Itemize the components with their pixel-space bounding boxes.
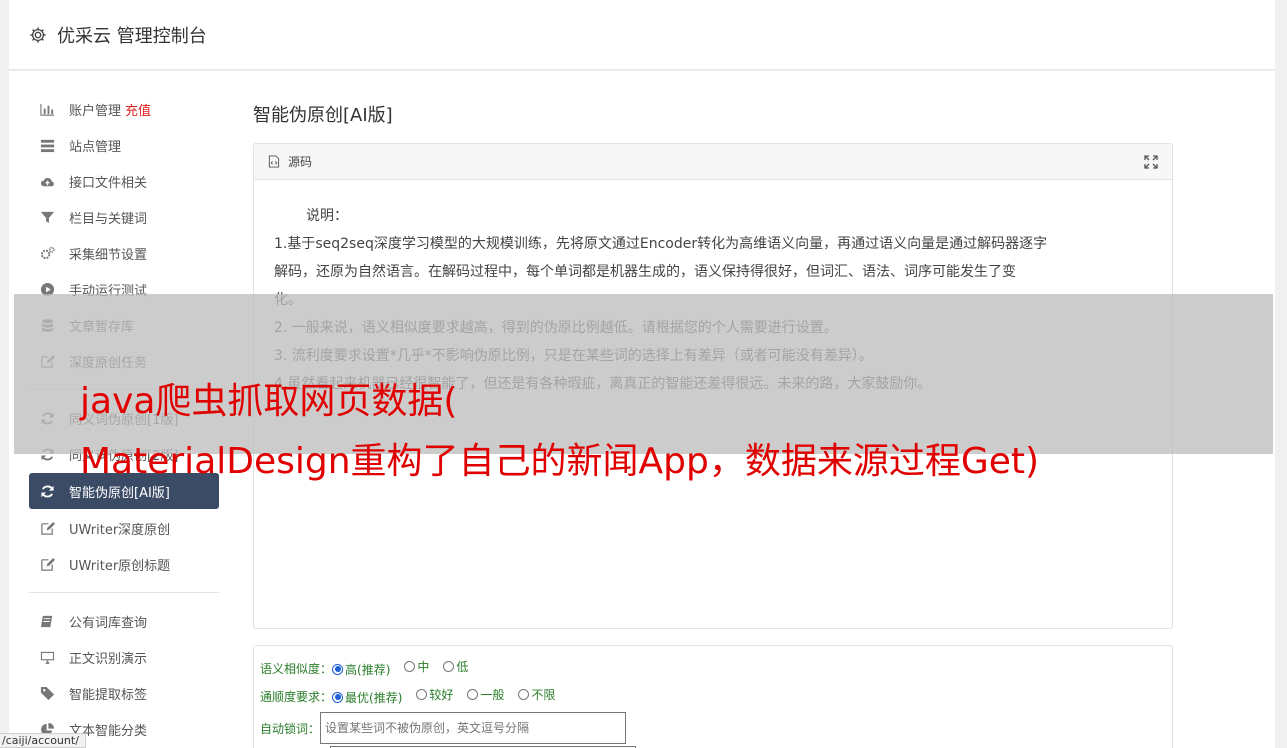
headline-line-1: java爬虫抓取网页数据( xyxy=(80,381,458,422)
editor-toolbar: 源码 xyxy=(254,144,1172,180)
app-title: 优采云 管理控制台 xyxy=(57,25,207,47)
monitor-icon xyxy=(39,649,55,665)
sidebar-item[interactable]: 栏目与关键词 xyxy=(29,199,219,235)
sidebar-item-label: 账户管理 xyxy=(69,103,122,119)
similarity-option[interactable]: 低 xyxy=(443,658,468,675)
fluency-row: 通顺度要求： 最优(推荐) 较好 一般 不限 xyxy=(260,682,1166,710)
lock-label: 自动锁词： xyxy=(260,721,321,736)
top-bar: 优采云 管理控制台 xyxy=(9,0,1275,70)
similarity-option-label: 高(推荐) xyxy=(345,662,391,677)
sidebar-item-label: 智能提取标签 xyxy=(69,687,148,703)
headline-overlay xyxy=(14,294,1273,454)
radio-button[interactable] xyxy=(467,689,479,701)
radio-button[interactable] xyxy=(404,661,416,673)
fluency-option-label: 最优(推荐) xyxy=(345,690,403,705)
sidebar-item-label: 接口文件相关 xyxy=(69,175,148,191)
lock-words-input[interactable] xyxy=(320,712,627,744)
options-form: 语义相似度： 高(推荐) 中 低 通顺度要求： 最优(推荐) 较好 一般 不限 自动锁词： xyxy=(253,645,1173,748)
similarity-option[interactable]: 中 xyxy=(404,658,429,675)
similarity-option-label: 中 xyxy=(417,660,430,675)
editor-line: 解码，还原为自然语言。在解码过程中，每个单词都是机器生成的，语义保持得很好，但词… xyxy=(274,264,1016,280)
radio-button[interactable] xyxy=(518,689,530,701)
radio-button[interactable] xyxy=(443,661,455,673)
sidebar-item-label: 公有词库查询 xyxy=(69,615,148,631)
filter-icon xyxy=(39,209,55,225)
similarity-option-label: 低 xyxy=(456,660,469,675)
source-label[interactable]: 源码 xyxy=(288,153,312,170)
radio-button[interactable] xyxy=(332,663,344,675)
sidebar-item[interactable]: 接口文件相关 xyxy=(29,163,219,199)
sidebar-item[interactable]: 公有词库查询 xyxy=(29,603,219,639)
sidebar-item[interactable]: 正文识别演示 xyxy=(29,639,219,675)
page-title: 智能伪原创[AI版] xyxy=(253,105,393,126)
fullscreen-icon[interactable] xyxy=(1144,154,1158,169)
status-bar-url: /caiji/account/ xyxy=(0,733,86,748)
bar-chart-icon xyxy=(39,101,55,117)
fluency-label: 通顺度要求： xyxy=(260,689,333,704)
edit-icon xyxy=(39,520,55,536)
sidebar-item[interactable]: 站点管理 xyxy=(29,127,219,163)
gear-icon xyxy=(30,26,46,43)
sidebar-item-label: 栏目与关键词 xyxy=(69,211,148,227)
similarity-label: 语义相似度： xyxy=(260,661,333,676)
sidebar-item-label: UWriter原创标题 xyxy=(69,558,171,574)
fluency-option-label: 较好 xyxy=(429,688,454,703)
fluency-option[interactable]: 较好 xyxy=(416,686,453,703)
fluency-option[interactable]: 一般 xyxy=(467,686,504,703)
headline-line-2: MaterialDesign重构了自己的新闻App，数据来源过程Get) xyxy=(80,441,1040,482)
cloud-upload-icon xyxy=(39,173,55,189)
fluency-option-label: 一般 xyxy=(480,688,505,703)
editor-heading: 说明： xyxy=(306,208,348,224)
server-icon xyxy=(39,137,55,153)
book-icon xyxy=(39,613,55,629)
edit-icon xyxy=(39,556,55,572)
sidebar-item[interactable]: UWriter原创标题 xyxy=(29,546,219,582)
sidebar-divider xyxy=(29,592,219,593)
sidebar-item-label: UWriter深度原创 xyxy=(69,522,171,538)
similarity-row: 语义相似度： 高(推荐) 中 低 xyxy=(260,654,1166,682)
sidebar-item[interactable]: UWriter深度原创 xyxy=(29,510,219,546)
sidebar-item-label: 站点管理 xyxy=(69,139,122,155)
tag-icon xyxy=(39,685,55,701)
sidebar-item[interactable]: 智能提取标签 xyxy=(29,675,219,711)
cogs-icon xyxy=(39,245,55,261)
similarity-option[interactable]: 高(推荐) xyxy=(332,661,390,678)
radio-button[interactable] xyxy=(416,689,428,701)
sidebar-item[interactable]: 账户管理 充值 xyxy=(29,91,219,127)
fluency-option[interactable]: 不限 xyxy=(518,686,555,703)
recharge-link[interactable]: 充值 xyxy=(125,100,151,119)
sidebar-item-label: 智能伪原创[AI版] xyxy=(69,485,170,501)
sidebar-item[interactable]: 采集细节设置 xyxy=(29,235,219,271)
radio-button[interactable] xyxy=(332,691,344,703)
source-code-icon[interactable] xyxy=(268,155,280,168)
refresh-icon xyxy=(39,483,55,499)
sidebar-item-label: 正文识别演示 xyxy=(69,651,148,667)
lock-row: 自动锁词： xyxy=(260,710,1166,746)
sidebar-item-label: 采集细节设置 xyxy=(69,247,148,263)
editor-line: 1.基于seq2seq深度学习模型的大规模训练，先将原文通过Encoder转化为… xyxy=(274,236,1048,252)
fluency-option[interactable]: 最优(推荐) xyxy=(332,689,402,706)
fluency-option-label: 不限 xyxy=(531,688,556,703)
